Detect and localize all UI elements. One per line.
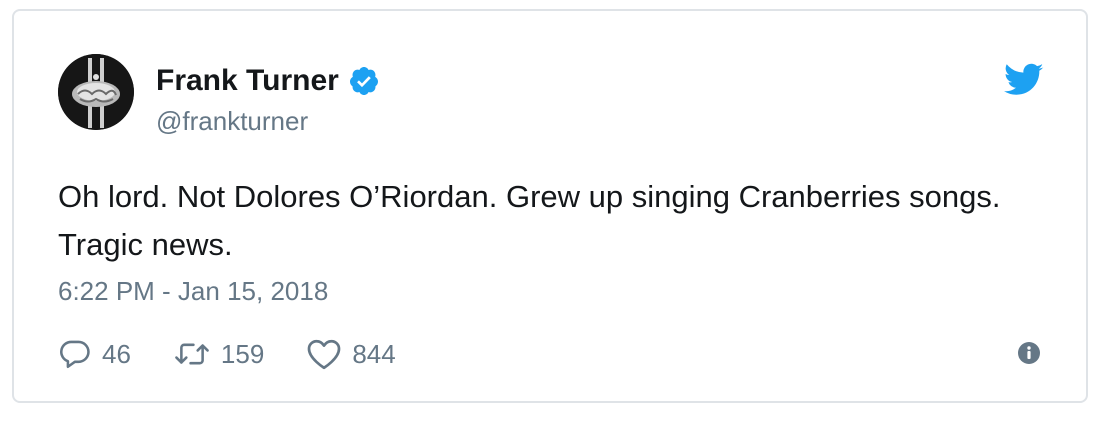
reply-icon — [58, 337, 92, 371]
like-count: 844 — [352, 339, 396, 369]
clasped-hands-avatar-icon — [58, 54, 134, 130]
info-icon[interactable] — [1017, 341, 1041, 365]
twitter-bird-icon[interactable] — [1004, 63, 1044, 97]
tweet-card[interactable]: Frank Turner @frankturner Oh lord. Not D… — [12, 9, 1088, 403]
author-name-row[interactable]: Frank Turner — [156, 63, 380, 99]
tweet-text: Oh lord. Not Dolores O’Riordan. Grew up … — [58, 179, 1001, 262]
retweet-button[interactable]: 159 — [173, 337, 264, 371]
reply-button[interactable]: 46 — [58, 337, 131, 371]
tweet-actions: 46 159 844 — [58, 336, 438, 372]
author-avatar[interactable] — [58, 54, 134, 130]
retweet-icon — [173, 337, 211, 371]
retweet-count: 159 — [220, 339, 265, 369]
heart-icon — [306, 337, 342, 371]
tweet-timestamp[interactable]: 6:22 PM - Jan 15, 2018 — [58, 274, 328, 308]
author-handle[interactable]: @frankturner — [156, 105, 308, 137]
like-button[interactable]: 844 — [306, 337, 396, 371]
author-display-name[interactable]: Frank Turner — [156, 63, 339, 99]
verified-badge-icon — [348, 65, 380, 97]
reply-count: 46 — [102, 339, 131, 369]
